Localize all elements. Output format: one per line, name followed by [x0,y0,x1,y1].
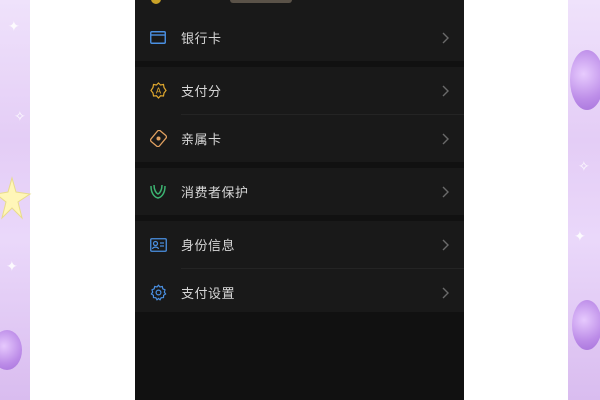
menu-item-label: 消费者保护 [181,186,249,201]
chevron-right-icon [442,133,449,144]
heart-decor-icon [0,330,22,370]
settings-group-cards: 银行卡 [135,14,464,61]
sparkle-icon: ✧ [578,159,590,175]
family-card-icon [149,130,167,148]
chevron-right-icon [442,85,449,96]
chevron-right-icon [442,239,449,250]
chevron-right-icon [442,287,449,298]
settings-group-protection: 消费者保护 [135,168,464,215]
sparkle-icon: ✦ [574,229,586,245]
heart-decor-icon [572,300,600,350]
menu-item-label: 身份信息 [181,239,236,254]
menu-item-pay-settings[interactable]: 支付设置 [135,269,464,316]
top-cutoff-row [135,0,464,14]
menu-item-label: 支付分 [181,85,222,100]
star-decor-icon [0,176,32,220]
chevron-right-icon [442,186,449,197]
phone-screen: 银行卡 A 支付分 亲属卡 消费者保护 身份信息 支付设置 [135,0,464,400]
svg-text:A: A [155,87,161,96]
sparkle-icon: ✦ [8,19,20,35]
pay-score-icon: A [149,82,167,100]
heart-decor-icon [570,50,600,110]
bank-card-icon [149,29,167,47]
sparkle-icon: ✧ [14,109,26,125]
chevron-right-icon [442,32,449,43]
menu-item-id-info[interactable]: 身份信息 [135,221,464,268]
consumer-protection-icon [149,183,167,201]
right-decor-panel: ✧ ✦ [568,0,600,400]
settings-gear-icon [149,284,167,302]
empty-area [135,312,464,400]
settings-group-account: 身份信息 支付设置 [135,221,464,316]
menu-item-pay-score[interactable]: A 支付分 [135,67,464,114]
menu-item-label: 支付设置 [181,287,236,302]
id-info-icon [149,236,167,254]
settings-group-pay: A 支付分 亲属卡 [135,67,464,162]
partial-badge [230,0,292,3]
menu-item-label: 银行卡 [181,32,222,47]
menu-item-bank-card[interactable]: 银行卡 [135,14,464,61]
sparkle-icon: ✦ [6,259,18,275]
menu-item-consumer-protection[interactable]: 消费者保护 [135,168,464,215]
partial-icon [151,0,161,4]
menu-item-family-card[interactable]: 亲属卡 [135,115,464,162]
menu-item-label: 亲属卡 [181,133,222,148]
